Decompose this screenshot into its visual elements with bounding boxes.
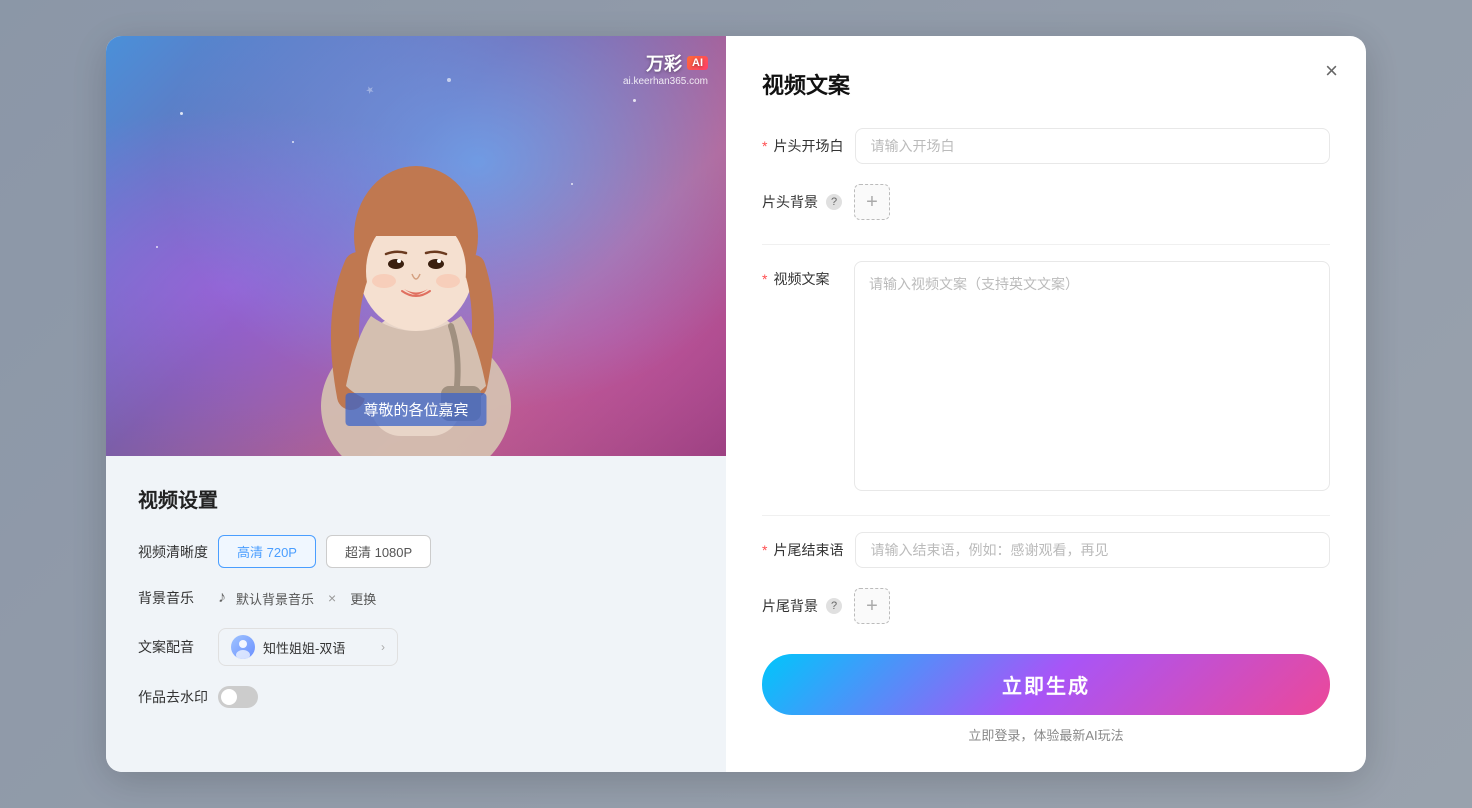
music-remove-button[interactable]: ×	[324, 590, 340, 606]
copy-label: * 视频文案	[762, 261, 842, 289]
quality-720p-button[interactable]: 高清 720P	[218, 535, 316, 568]
watermark: 万彩 AI ai.keerhan365.com	[623, 50, 708, 87]
music-row: 背景音乐 ♪ 默认背景音乐 × 更换	[138, 588, 694, 608]
voice-selector[interactable]: 知性姐姐-双语 ›	[218, 628, 398, 666]
generate-button[interactable]: 立即生成	[762, 654, 1330, 715]
watermark-url: ai.keerhan365.com	[623, 76, 708, 87]
copy-required: *	[762, 271, 767, 287]
panel-title: 视频文案	[762, 68, 1330, 100]
divider-2	[762, 515, 1330, 516]
music-icon: ♪	[218, 589, 226, 607]
close-button[interactable]: ×	[1325, 60, 1338, 82]
watermark-toggle[interactable]	[218, 686, 258, 708]
video-settings: 视频设置 视频清晰度 高清 720P 超清 1080P 背景音乐 ♪ 默认背景音…	[106, 456, 726, 728]
voice-avatar-icon	[231, 635, 255, 659]
voice-arrow-icon: ›	[381, 640, 385, 654]
modal-overlay: 万彩 AI ai.keerhan365.com	[0, 0, 1472, 808]
music-change-button[interactable]: 更换	[350, 589, 376, 608]
video-preview: 万彩 AI ai.keerhan365.com	[106, 36, 726, 456]
quality-1080p-button[interactable]: 超清 1080P	[326, 535, 431, 568]
closing-row: * 片尾结束语	[762, 532, 1330, 568]
voice-label: 文案配音	[138, 637, 218, 657]
intro-bg-label: 片头背景 ?	[762, 184, 842, 212]
music-label: 背景音乐	[138, 588, 218, 608]
closing-bg-row: 片尾背景 ? +	[762, 588, 1330, 624]
settings-title: 视频设置	[138, 484, 694, 513]
watermark-row: 作品去水印	[138, 686, 694, 708]
intro-bg-row: 片头背景 ? +	[762, 184, 1330, 220]
opening-required: *	[762, 138, 767, 154]
opening-row: * 片头开场白	[762, 128, 1330, 164]
opening-input[interactable]	[855, 128, 1330, 164]
music-control: ♪ 默认背景音乐 × 更换	[218, 589, 376, 608]
opening-label: * 片头开场白	[762, 128, 843, 156]
voice-name: 知性姐姐-双语	[263, 638, 373, 657]
closing-label: * 片尾结束语	[762, 532, 843, 560]
left-panel: 万彩 AI ai.keerhan365.com	[106, 36, 726, 772]
music-name: 默认背景音乐	[236, 589, 314, 608]
login-hint: 立即登录，体验最新AI玩法	[762, 725, 1330, 744]
intro-bg-help-icon[interactable]: ?	[826, 194, 842, 210]
copy-textarea[interactable]	[854, 261, 1330, 491]
watermark-brand: 万彩	[646, 50, 682, 76]
voice-row: 文案配音 知性姐姐-双语 ›	[138, 628, 694, 666]
closing-bg-label: 片尾背景 ?	[762, 588, 842, 616]
toggle-knob	[221, 689, 237, 705]
watermark-remove-label: 作品去水印	[138, 687, 218, 707]
closing-required: *	[762, 542, 767, 558]
right-panel: × 视频文案 * 片头开场白 片头背景 ? +	[726, 36, 1366, 772]
quality-label: 视频清晰度	[138, 542, 218, 562]
divider-1	[762, 244, 1330, 245]
subtitle-bar: 尊敬的各位嘉宾	[345, 393, 486, 426]
modal: 万彩 AI ai.keerhan365.com	[106, 36, 1366, 772]
quality-row: 视频清晰度 高清 720P 超清 1080P	[138, 535, 694, 568]
copy-row: * 视频文案	[762, 261, 1330, 491]
closing-bg-help-icon[interactable]: ?	[826, 598, 842, 614]
closing-input[interactable]	[855, 532, 1330, 568]
closing-bg-add-button[interactable]: +	[854, 588, 890, 624]
watermark-ai: AI	[687, 56, 708, 70]
intro-bg-add-button[interactable]: +	[854, 184, 890, 220]
